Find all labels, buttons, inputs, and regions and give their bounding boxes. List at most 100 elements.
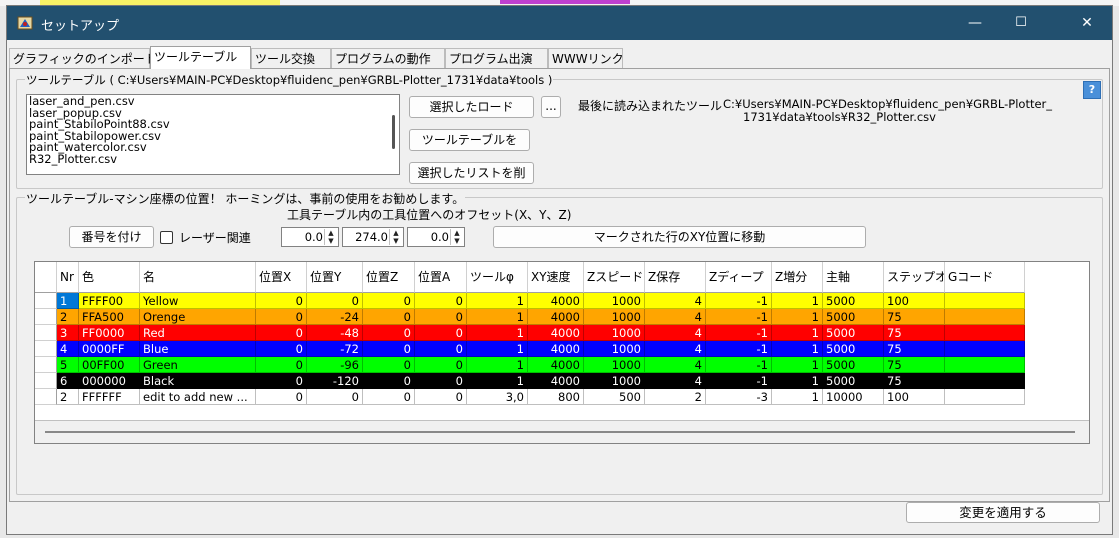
table-cell-color[interactable]: FFFF00 [79, 293, 140, 309]
move-to-marked-xy-button[interactable]: マークされた行のXY位置に移動 [493, 226, 866, 248]
tab-www-links[interactable]: WWWリンク [548, 48, 624, 68]
table-cell-z-speed[interactable]: 1000 [584, 357, 645, 373]
offset-y-input[interactable]: 274.0 ▲ ▼ [342, 227, 404, 247]
table-cell-pos-y[interactable]: -72 [307, 341, 363, 357]
column-header-z-increment[interactable]: Z増分 [772, 262, 823, 293]
spinner-icon[interactable]: ▲ ▼ [450, 229, 463, 245]
table-cell-xy-speed[interactable]: 4000 [528, 293, 584, 309]
table-cell-z-save[interactable]: 4 [645, 325, 706, 341]
table-cell-pos-a[interactable]: 0 [415, 325, 467, 341]
save-tooltable-button[interactable]: ツールテーブルを [409, 129, 530, 151]
grid-header-corner[interactable] [35, 262, 57, 293]
table-cell-pos-z[interactable]: 0 [363, 293, 415, 309]
table-cell-tool-diameter[interactable]: 1 [467, 325, 528, 341]
close-button[interactable]: ✕ [1064, 6, 1110, 40]
table-cell-pos-z[interactable]: 0 [363, 309, 415, 325]
offset-x-input[interactable]: 0.0 ▲ ▼ [281, 227, 339, 247]
table-cell-tool-diameter[interactable]: 1 [467, 373, 528, 389]
column-header-xy-speed[interactable]: XY速度 [528, 262, 584, 293]
maximize-button[interactable]: ☐ [998, 6, 1044, 40]
tab-program-behavior[interactable]: プログラムの動作 [331, 48, 445, 68]
table-cell-tool-diameter[interactable]: 1 [467, 357, 528, 373]
table-cell-z-speed[interactable]: 1000 [584, 373, 645, 389]
column-header-z-speed[interactable]: Zスピード [584, 262, 645, 293]
row-header[interactable] [35, 325, 57, 341]
tool-table-grid[interactable]: Nr 色名位置X 位置Y 位置Z 位置A ツールφ XY速度 Zスピード Z保存 Zディープ Z増分… [34, 261, 1090, 444]
table-cell-nr[interactable]: 6 [57, 373, 79, 389]
table-cell-z-increment[interactable]: 1 [772, 357, 823, 373]
row-header[interactable] [35, 373, 57, 389]
table-cell-color[interactable]: 000000 [79, 373, 140, 389]
table-cell-z-speed[interactable]: 1000 [584, 309, 645, 325]
table-cell-stepover[interactable]: 75 [884, 309, 945, 325]
table-cell-pos-y[interactable]: -48 [307, 325, 363, 341]
column-header-pos-x[interactable]: 位置X [256, 262, 307, 293]
table-cell-z-speed[interactable]: 1000 [584, 341, 645, 357]
table-cell-spindle[interactable]: 5000 [823, 373, 884, 389]
table-cell-name[interactable]: Black [140, 373, 256, 389]
table-cell-name[interactable]: Green [140, 357, 256, 373]
column-header-nr[interactable]: Nr [57, 262, 79, 293]
table-cell-pos-a[interactable]: 0 [415, 389, 467, 405]
column-header-z-save[interactable]: Z保存 [645, 262, 706, 293]
table-cell-color[interactable]: FF0000 [79, 325, 140, 341]
table-cell-tool-diameter[interactable]: 1 [467, 309, 528, 325]
apply-changes-button[interactable]: 変更を適用する [906, 502, 1100, 523]
scrollbar-thumb[interactable] [45, 431, 1075, 433]
table-cell-spindle[interactable]: 5000 [823, 341, 884, 357]
tab-tool-table[interactable]: ツールテーブル [150, 46, 251, 69]
table-cell-tool-diameter[interactable]: 3,0 [467, 389, 528, 405]
table-cell-pos-a[interactable]: 0 [415, 357, 467, 373]
table-cell-color[interactable]: 00FF00 [79, 357, 140, 373]
laser-checkbox[interactable] [160, 231, 173, 244]
table-cell-z-save[interactable]: 2 [645, 389, 706, 405]
spinner-icon[interactable]: ▲ ▼ [389, 229, 402, 245]
tab-program-output[interactable]: プログラム出演 [445, 48, 548, 68]
table-cell-gcode[interactable] [945, 389, 1025, 405]
table-cell-pos-y[interactable]: -24 [307, 309, 363, 325]
row-header[interactable] [35, 341, 57, 357]
table-cell-nr[interactable]: 3 [57, 325, 79, 341]
table-cell-gcode[interactable] [945, 325, 1025, 341]
help-icon[interactable]: ? [1083, 81, 1101, 99]
table-cell-pos-a[interactable]: 0 [415, 293, 467, 309]
table-cell-gcode[interactable] [945, 341, 1025, 357]
table-cell-name[interactable]: Orenge [140, 309, 256, 325]
column-header-pos-a[interactable]: 位置A [415, 262, 467, 293]
table-cell-z-increment[interactable]: 1 [772, 293, 823, 309]
table-cell-stepover[interactable]: 75 [884, 341, 945, 357]
table-cell-z-deep[interactable]: -1 [706, 373, 772, 389]
table-cell-pos-x[interactable]: 0 [256, 309, 307, 325]
load-selected-button[interactable]: 選択したロード [409, 96, 534, 118]
table-cell-z-increment[interactable]: 1 [772, 309, 823, 325]
table-cell-gcode[interactable] [945, 373, 1025, 389]
table-cell-z-save[interactable]: 4 [645, 373, 706, 389]
table-cell-pos-x[interactable]: 0 [256, 293, 307, 309]
table-cell-z-save[interactable]: 4 [645, 293, 706, 309]
table-cell-name[interactable]: Blue [140, 341, 256, 357]
table-cell-nr[interactable]: 1 [57, 293, 79, 309]
table-cell-pos-x[interactable]: 0 [256, 389, 307, 405]
table-cell-nr[interactable]: 5 [57, 357, 79, 373]
table-cell-pos-z[interactable]: 0 [363, 357, 415, 373]
table-cell-z-deep[interactable]: -1 [706, 357, 772, 373]
table-cell-z-increment[interactable]: 1 [772, 341, 823, 357]
row-header[interactable] [35, 357, 57, 373]
horizontal-scrollbar[interactable] [35, 420, 1089, 443]
table-cell-gcode[interactable] [945, 309, 1025, 325]
table-cell-stepover[interactable]: 75 [884, 357, 945, 373]
table-cell-spindle[interactable]: 5000 [823, 293, 884, 309]
number-button[interactable]: 番号を付け [69, 226, 154, 248]
browse-button[interactable]: ... [541, 96, 561, 118]
delete-selected-button[interactable]: 選択したリストを削 [409, 162, 534, 184]
table-cell-tool-diameter[interactable]: 1 [467, 341, 528, 357]
table-cell-z-deep[interactable]: -1 [706, 309, 772, 325]
table-cell-z-speed[interactable]: 1000 [584, 325, 645, 341]
table-cell-z-deep[interactable]: -1 [706, 293, 772, 309]
column-header-pos-z[interactable]: 位置Z [363, 262, 415, 293]
column-header-color[interactable]: 色 [79, 262, 140, 293]
table-cell-pos-z[interactable]: 0 [363, 341, 415, 357]
offset-z-input[interactable]: 0.0 ▲ ▼ [407, 227, 465, 247]
row-header[interactable] [35, 389, 57, 405]
table-cell-z-deep[interactable]: -1 [706, 341, 772, 357]
